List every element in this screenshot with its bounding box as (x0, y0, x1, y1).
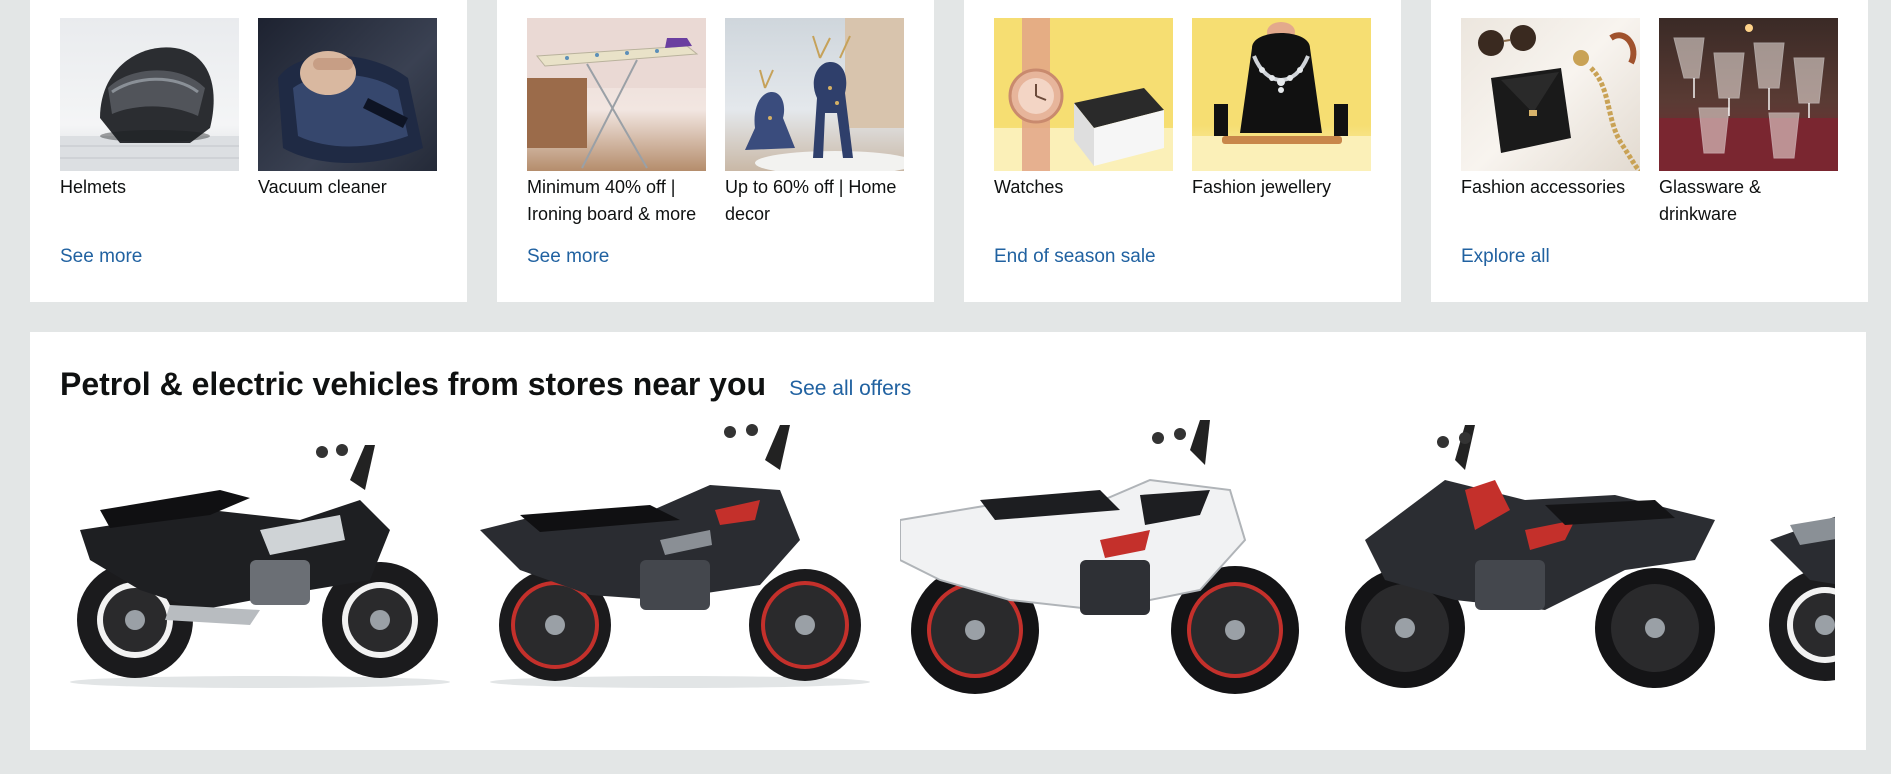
black-sport-motorcycle-image[interactable] (1325, 420, 1730, 700)
tile-label[interactable]: Helmets (60, 174, 239, 228)
end-of-season-sale-link[interactable]: End of season sale (994, 246, 1156, 268)
helmet-image[interactable] (60, 18, 239, 171)
category-tile-vacuum-cleaner[interactable]: Vacuum cleaner (258, 18, 437, 228)
tile-label[interactable]: Vacuum cleaner (258, 174, 437, 228)
vehicles-carousel[interactable] (60, 420, 1835, 700)
accessories-image[interactable] (1461, 18, 1640, 171)
category-cards-row: Helmets Vacuum cleaner See more Minimum … (30, 0, 1868, 302)
tile-label[interactable]: Minimum 40% off | Ironing board & more (527, 174, 706, 228)
vacuum-cleaner-image[interactable] (258, 18, 437, 171)
category-card: Minimum 40% off | Ironing board & more U… (497, 0, 934, 302)
watch-image[interactable] (994, 18, 1173, 171)
category-tile-fashion-accessories[interactable]: Fashion accessories (1461, 18, 1640, 228)
white-sport-motorcycle-image[interactable] (899, 420, 1305, 700)
category-tile-watches[interactable]: Watches (994, 18, 1173, 228)
deer-figurine-image[interactable] (725, 18, 904, 171)
see-more-link[interactable]: See more (527, 246, 609, 268)
category-tile-ironing-board[interactable]: Minimum 40% off | Ironing board & more (527, 18, 706, 228)
partial-motorcycle-image[interactable] (1750, 420, 1835, 700)
category-tile-glassware[interactable]: Glassware & drinkware (1659, 18, 1838, 228)
tile-label[interactable]: Fashion accessories (1461, 174, 1640, 228)
category-card: Fashion accessories Glassware & drinkwar… (1431, 0, 1868, 302)
ironing-board-image[interactable] (527, 18, 706, 171)
category-card: Helmets Vacuum cleaner See more (30, 0, 467, 302)
street-motorcycle-image[interactable] (480, 420, 880, 700)
section-title: Petrol & electric vehicles from stores n… (60, 366, 767, 402)
tile-label[interactable]: Up to 60% off | Home decor (725, 174, 904, 228)
vehicles-section: Petrol & electric vehicles from stores n… (30, 332, 1866, 750)
commuter-motorcycle-image[interactable] (60, 420, 460, 700)
category-tile-home-decor[interactable]: Up to 60% off | Home decor (725, 18, 904, 228)
vehicles-header: Petrol & electric vehicles from stores n… (60, 366, 911, 403)
glassware-image[interactable] (1659, 18, 1838, 171)
tile-label[interactable]: Glassware & drinkware (1659, 174, 1838, 228)
category-card: Watches Fashion jewellery End of season … (964, 0, 1401, 302)
explore-all-link[interactable]: Explore all (1461, 246, 1550, 268)
category-tile-fashion-jewellery[interactable]: Fashion jewellery (1192, 18, 1371, 228)
tile-label[interactable]: Fashion jewellery (1192, 174, 1371, 228)
tile-label[interactable]: Watches (994, 174, 1173, 228)
see-all-offers-link[interactable]: See all offers (789, 377, 911, 401)
necklace-image[interactable] (1192, 18, 1371, 171)
see-more-link[interactable]: See more (60, 246, 142, 268)
category-tile-helmets[interactable]: Helmets (60, 18, 239, 228)
